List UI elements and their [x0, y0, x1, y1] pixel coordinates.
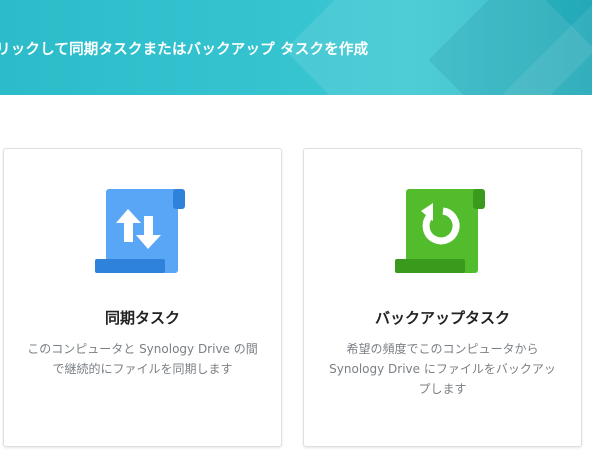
backup-task-title: バックアップタスク: [374, 309, 510, 327]
description-line: プします: [418, 382, 467, 396]
header-banner: リックして同期タスクまたはバックアップ タスクを作成: [0, 0, 592, 95]
description-line: で継続的にファイルを同期します: [52, 362, 233, 376]
sync-task-card[interactable]: 同期タスク このコンピュータと Synology Drive の間 で継続的にフ…: [3, 148, 282, 447]
sync-task-description: このコンピュータと Synology Drive の間 で継続的にファイルを同期…: [26, 339, 259, 379]
description-line: Synology Drive にファイルをバックアッ: [329, 362, 556, 376]
sync-task-title: 同期タスク: [104, 309, 180, 327]
backup-task-card[interactable]: バックアップタスク 希望の頻度でこのコンピュータから Synology Driv…: [303, 148, 582, 447]
backup-scroll-icon: [394, 189, 485, 273]
description-line: 希望の頻度でこのコンピュータから: [346, 342, 539, 356]
description-line: このコンピュータと Synology Drive の間: [27, 342, 258, 356]
sync-task-icon: [4, 187, 281, 277]
backup-task-icon: [304, 187, 581, 277]
banner-instruction: リックして同期タスクまたはバックアップ タスクを作成: [0, 42, 369, 58]
sync-scroll-icon: [94, 189, 185, 273]
task-selection-page: リックして同期タスクまたはバックアップ タスクを作成 同期タスク このコンピュー…: [0, 0, 592, 471]
backup-task-description: 希望の頻度でこのコンピュータから Synology Drive にファイルをバッ…: [326, 339, 559, 399]
